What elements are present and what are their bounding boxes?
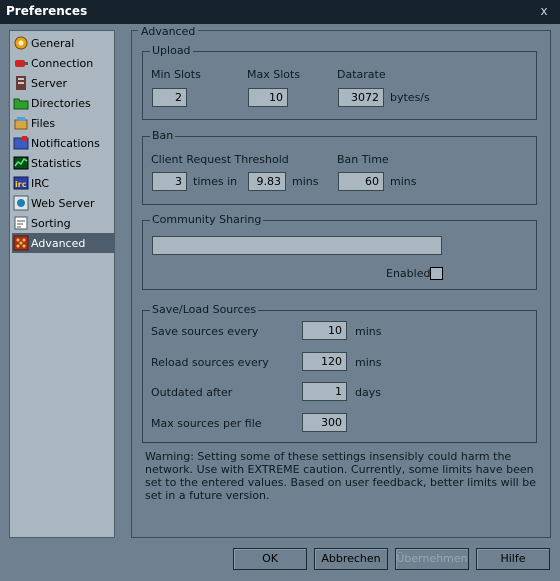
sidebar-item-files[interactable]: Files	[12, 113, 114, 133]
sidebar-item-label: Web Server	[31, 196, 95, 210]
warning-text: Warning: Setting some of these settings …	[145, 450, 536, 502]
ban-legend: Ban	[150, 129, 176, 142]
upload-group: Upload	[142, 44, 537, 120]
sidebar-item-notifications[interactable]: Notifications	[12, 133, 114, 153]
svg-text:irc: irc	[15, 180, 27, 189]
sort-icon	[13, 215, 29, 231]
ban-time-unit: mins	[390, 175, 417, 188]
sources-legend: Save/Load Sources	[150, 303, 259, 316]
window-title: Preferences	[6, 4, 88, 18]
community-legend: Community Sharing	[150, 213, 264, 226]
gear-icon	[13, 35, 29, 51]
times-in-label: times in	[193, 175, 238, 188]
save-sources-label: Save sources every	[151, 325, 259, 338]
sidebar-item-sorting[interactable]: Sorting	[12, 213, 114, 233]
close-icon[interactable]: x	[536, 3, 552, 19]
reload-sources-field[interactable]: 120	[302, 352, 347, 371]
notification-icon	[13, 135, 29, 151]
sidebar-item-statistics[interactable]: Statistics	[12, 153, 114, 173]
outdated-unit: days	[355, 386, 381, 399]
sidebar-item-server[interactable]: Server	[12, 73, 114, 93]
outdated-field[interactable]: 1	[302, 382, 347, 401]
ban-time-label: Ban Time	[337, 153, 389, 166]
threshold-mins-field[interactable]: 9.83	[248, 172, 286, 191]
sidebar-item-label: Statistics	[31, 156, 82, 170]
threshold-times-field[interactable]: 3	[152, 172, 187, 191]
ok-button[interactable]: OK	[233, 548, 307, 570]
datarate-unit: bytes/s	[390, 91, 430, 104]
max-sources-label: Max sources per file	[151, 417, 262, 430]
threshold-mins-unit: mins	[292, 175, 319, 188]
cancel-button[interactable]: Abbrechen	[314, 548, 388, 570]
apply-button[interactable]: Übernehmen	[395, 548, 469, 570]
max-slots-field[interactable]: 10	[248, 88, 288, 107]
plug-icon	[13, 55, 29, 71]
sidebar-item-advanced[interactable]: Advanced	[12, 233, 114, 253]
sidebar-item-label: Files	[31, 116, 56, 130]
enabled-label: Enabled	[386, 267, 431, 280]
save-sources-field[interactable]: 10	[302, 321, 347, 340]
irc-icon: irc	[13, 175, 29, 191]
sidebar-item-label: Server	[31, 76, 68, 90]
ban-time-field[interactable]: 60	[338, 172, 384, 191]
min-slots-field[interactable]: 2	[152, 88, 187, 107]
max-slots-label: Max Slots	[247, 68, 301, 81]
sidebar-item-label: IRC	[31, 176, 50, 190]
files-icon	[13, 115, 29, 131]
sidebar-item-label: Directories	[31, 96, 91, 110]
ban-group: Ban	[142, 129, 537, 205]
sidebar-item-connection[interactable]: Connection	[12, 53, 114, 73]
help-button[interactable]: Hilfe	[476, 548, 550, 570]
advanced-icon	[13, 235, 29, 251]
globe-icon	[13, 195, 29, 211]
min-slots-label: Min Slots	[151, 68, 201, 81]
reload-sources-unit: mins	[355, 356, 382, 369]
threshold-label: Client Request Threshold	[151, 153, 289, 166]
sidebar-item-irc[interactable]: irc IRC	[12, 173, 114, 193]
community-group: Community Sharing	[142, 213, 537, 290]
sidebar-item-label: Advanced	[31, 236, 86, 250]
page-title: Advanced	[138, 25, 199, 38]
datarate-field[interactable]: 3072	[338, 88, 384, 107]
sidebar-item-label: Notifications	[31, 136, 100, 150]
server-icon	[13, 75, 29, 91]
sidebar-item-directories[interactable]: Directories	[12, 93, 114, 113]
sidebar-item-label: General	[31, 36, 75, 50]
max-sources-field[interactable]: 300	[302, 413, 347, 432]
sidebar-item-label: Connection	[31, 56, 94, 70]
upload-legend: Upload	[150, 44, 193, 57]
reload-sources-label: Reload sources every	[151, 356, 269, 369]
folder-icon	[13, 95, 29, 111]
sidebar-item-general[interactable]: General	[12, 33, 114, 53]
chart-icon	[13, 155, 29, 171]
title-bar: Preferences x	[0, 0, 560, 24]
save-sources-unit: mins	[355, 325, 382, 338]
sidebar-item-label: Sorting	[31, 216, 71, 230]
sidebar: General Connection Server Directories Fi…	[9, 30, 115, 538]
datarate-label: Datarate	[337, 68, 386, 81]
outdated-label: Outdated after	[151, 386, 233, 399]
community-input[interactable]	[152, 236, 442, 255]
sidebar-item-web-server[interactable]: Web Server	[12, 193, 114, 213]
enabled-checkbox[interactable]	[430, 267, 443, 280]
